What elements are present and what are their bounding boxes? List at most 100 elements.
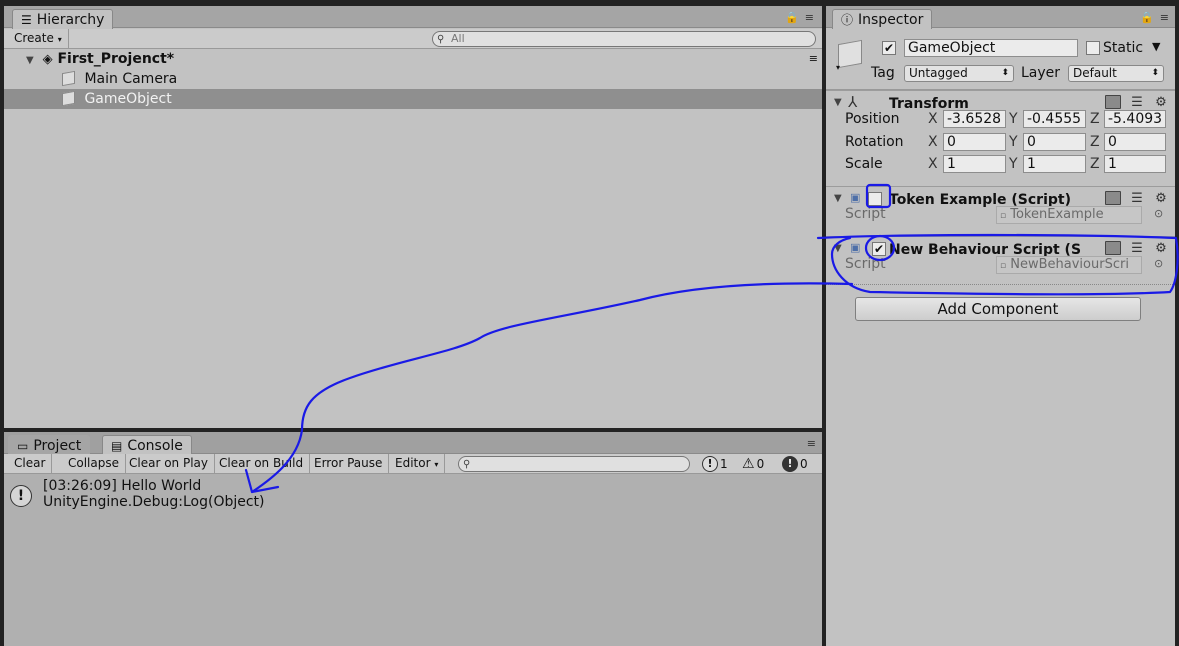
warning-count-toggle[interactable]: ⚠ 0 [742, 455, 764, 473]
chevron-down-icon: ▾ [57, 35, 62, 44]
expand-triangle-icon[interactable]: ▼ [834, 243, 842, 254]
expand-triangle-icon[interactable]: ▼ [834, 193, 842, 204]
position-z-label: Z [1090, 111, 1100, 127]
transform-axes-icon: ⅄ [848, 93, 858, 111]
info-circle-icon: ⓘ [841, 12, 854, 27]
error-pause-button[interactable]: Error Pause [308, 454, 390, 474]
gameobject-cube-icon [62, 70, 75, 87]
hierarchy-tabbar: ☰ Hierarchy 🔒 ≡ [4, 6, 822, 29]
console-entry[interactable]: ! [03:26:09] Hello World UnityEngine.Deb… [4, 477, 822, 511]
script-file-icon: ▣ [850, 191, 861, 204]
console-entry-line2: UnityEngine.Debug:Log(Object) [43, 494, 265, 510]
object-picker-icon[interactable]: ⊙ [1154, 207, 1163, 220]
chevron-down-icon[interactable]: ▾ [836, 63, 840, 72]
expand-triangle-icon[interactable]: ▼ [834, 97, 842, 108]
hierarchy-search-input[interactable]: ⚲ All [432, 31, 816, 47]
position-x-field[interactable]: -3.6528 [943, 110, 1006, 128]
rotation-label: Rotation [845, 134, 904, 150]
inspector-tabbar: ⓘ Inspector 🔒 ≡ [826, 6, 1175, 29]
create-button[interactable]: Create ▾ [8, 29, 69, 49]
hierarchy-item-main-camera[interactable]: Main Camera [4, 69, 822, 89]
active-checkbox[interactable]: ✔ [882, 41, 896, 55]
rotation-z-field[interactable]: 0 [1104, 133, 1166, 151]
object-picker-icon[interactable]: ⊙ [1154, 257, 1163, 270]
tab-project[interactable]: ▭ Project [8, 435, 91, 455]
scene-row[interactable]: ▼ ◈ First_Projenct* ≡ [4, 49, 822, 69]
console-toolbar: Clear Collapse Clear on Play Clear on Bu… [4, 454, 822, 474]
rotation-y-label: Y [1009, 134, 1018, 150]
token-script-field: ▫ TokenExample [996, 206, 1142, 224]
item-label: Main Camera [84, 71, 178, 87]
log-count: 1 [720, 457, 728, 471]
tab-console[interactable]: ▤ Console [102, 435, 192, 455]
search-icon: ⚲ [463, 459, 471, 470]
rotation-z-label: Z [1090, 134, 1100, 150]
position-y-field[interactable]: -0.4555 [1023, 110, 1086, 128]
console-icon: ▤ [111, 438, 123, 453]
scene-name: First_Projenct* [57, 51, 175, 67]
info-icon: ! [702, 456, 718, 472]
hierarchy-item-gameobject[interactable]: GameObject [4, 89, 822, 109]
list-icon: ☰ [21, 12, 32, 27]
new-behaviour-enabled-checkbox[interactable]: ✔ [872, 242, 886, 256]
panel-menu-icon[interactable]: ≡ [807, 437, 816, 450]
tab-inspector[interactable]: ⓘ Inspector [832, 9, 933, 29]
hierarchy-panel: ☰ Hierarchy 🔒 ≡ Create ▾ ⚲ All ▼ ◈ First… [4, 6, 822, 428]
panel-menu-icon[interactable]: ≡ [805, 11, 814, 24]
editor-dropdown[interactable]: Editor ▾ [389, 454, 446, 474]
inspector-panel: ⓘ Inspector 🔒 ≡ ▾ ✔ GameObject Static ▼ … [826, 6, 1175, 646]
position-z-field[interactable]: -5.4093 [1104, 110, 1166, 128]
scale-z-field[interactable]: 1 [1104, 155, 1166, 173]
component-divider [826, 284, 1175, 285]
updown-arrow-icon: ⬍ [1151, 68, 1159, 78]
rotation-x-label: X [928, 134, 938, 150]
scale-x-field[interactable]: 1 [943, 155, 1006, 173]
position-label: Position [845, 111, 900, 127]
script-small-icon: ▫ [1000, 261, 1007, 271]
behaviour-script-field: ▫ NewBehaviourScri [996, 256, 1142, 274]
layer-value: Default [1073, 66, 1117, 80]
scale-x-label: X [928, 156, 938, 172]
item-label: GameObject [84, 91, 172, 107]
console-panel: ▭ Project ▤ Console ≡ Clear Collapse Cle… [4, 432, 822, 646]
tab-hierarchy-label: Hierarchy [36, 11, 105, 28]
layer-dropdown[interactable]: Default ⬍ [1068, 65, 1164, 82]
tag-dropdown[interactable]: Untagged ⬍ [904, 65, 1014, 82]
expand-triangle-icon[interactable]: ▼ [26, 51, 34, 71]
lock-icon[interactable]: 🔒 [1140, 11, 1154, 24]
console-tabbar: ▭ Project ▤ Console ≡ [4, 432, 822, 455]
lock-icon[interactable]: 🔒 [785, 11, 799, 24]
token-script-label: Script [845, 206, 886, 222]
rotation-x-field[interactable]: 0 [943, 133, 1006, 151]
error-count-toggle[interactable]: ! 0 [782, 455, 808, 473]
object-name-field[interactable]: GameObject [904, 39, 1078, 57]
chevron-down-icon: ▾ [434, 460, 439, 469]
token-example-enabled-checkbox[interactable] [868, 192, 882, 206]
clear-button[interactable]: Clear [8, 454, 53, 474]
log-count-toggle[interactable]: ! 1 [702, 455, 728, 473]
console-search-input[interactable]: ⚲ [458, 456, 690, 472]
editor-label: Editor [395, 456, 431, 470]
tab-console-label: Console [127, 437, 183, 454]
static-checkbox[interactable] [1086, 41, 1100, 55]
panel-menu-icon[interactable]: ≡ [1160, 11, 1169, 24]
tab-hierarchy[interactable]: ☰ Hierarchy [12, 9, 114, 29]
clear-on-build-button[interactable]: Clear on Build [213, 454, 311, 474]
unity-scene-icon: ◈ [42, 52, 53, 67]
gameobject-large-icon [838, 39, 862, 69]
add-component-button[interactable]: Add Component [855, 297, 1141, 321]
console-tab-icons: ≡ [807, 437, 816, 450]
static-dropdown-arrow[interactable]: ▼ [1152, 40, 1160, 53]
static-label: Static [1103, 40, 1144, 56]
position-y-label: Y [1009, 111, 1018, 127]
search-placeholder: All [451, 32, 465, 45]
token-script-value: TokenExample [1010, 207, 1104, 222]
clear-on-play-button[interactable]: Clear on Play [123, 454, 215, 474]
rotation-y-field[interactable]: 0 [1023, 133, 1086, 151]
scale-y-field[interactable]: 1 [1023, 155, 1086, 173]
inspector-tab-icons: 🔒 ≡ [1140, 11, 1169, 24]
tag-value: Untagged [909, 66, 968, 80]
hierarchy-tab-icons: 🔒 ≡ [785, 11, 814, 24]
scene-menu-icon[interactable]: ≡ [809, 49, 818, 69]
collapse-button[interactable]: Collapse [62, 454, 126, 474]
